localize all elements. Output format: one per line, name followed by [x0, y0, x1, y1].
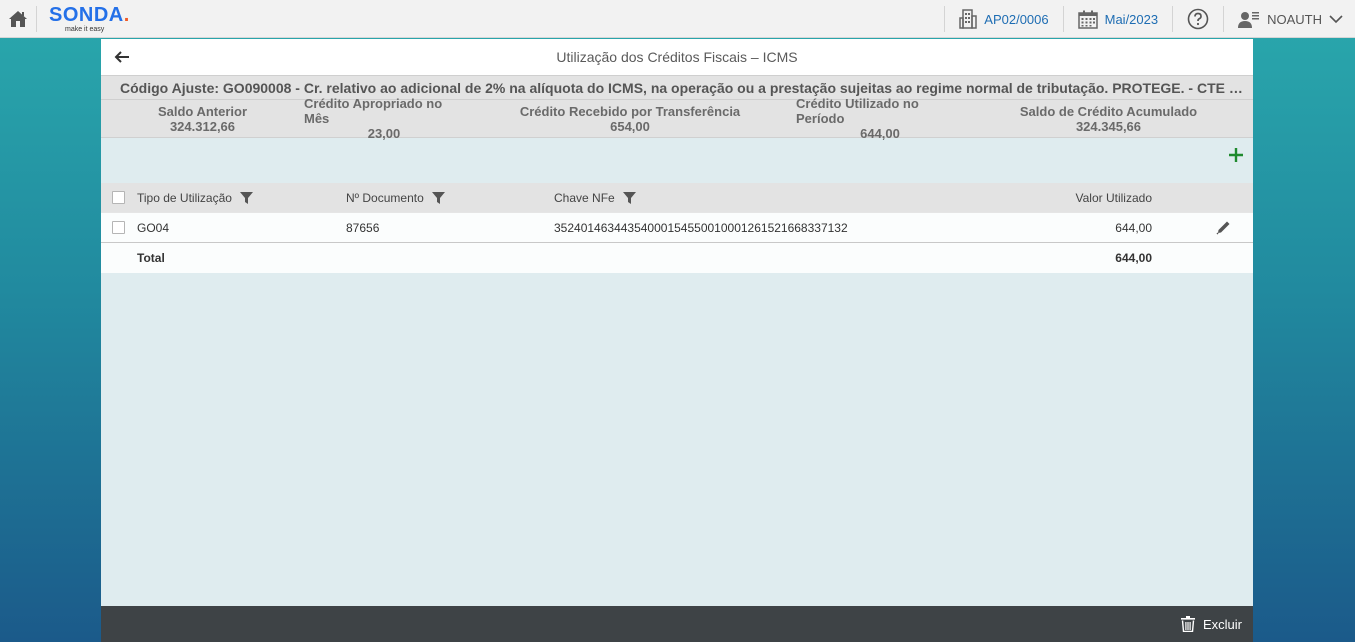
grid-toolbar — [101, 138, 1253, 183]
grid-header: Tipo de Utilização Nº Documento Chave NF… — [101, 183, 1253, 212]
arrow-left-icon — [114, 51, 129, 63]
summary-label: Crédito Utilizado no Período — [796, 96, 919, 126]
edit-button[interactable] — [1216, 213, 1231, 242]
summary-credito-utilizado: Crédito Utilizado no Período 644,00 — [796, 96, 964, 141]
filter-icon — [239, 191, 253, 204]
summary-value: 654,00 — [610, 118, 650, 134]
summary-label: Crédito Recebido por Transferência — [519, 103, 741, 119]
total-value: 644,00 — [1115, 251, 1152, 265]
column-tipo: Tipo de Utilização — [137, 183, 253, 212]
trash-icon — [1180, 616, 1195, 632]
table-row[interactable]: GO04 87656 35240146344354000154550010001… — [101, 212, 1253, 243]
user-name: NOAUTH — [1267, 11, 1322, 27]
plus-icon — [1229, 148, 1243, 162]
footer-bar: Excluir — [101, 606, 1253, 642]
cell-valor: 644,00 — [1115, 220, 1152, 235]
codigo-ajuste-text: Código Ajuste: GO090008 - Cr. relativo a… — [120, 79, 1245, 96]
summary-label: Saldo de Crédito Acumulado — [1019, 103, 1198, 119]
add-button[interactable] — [1227, 144, 1245, 166]
column-header-valor: Valor Utilizado — [1075, 190, 1152, 205]
filter-icon — [622, 191, 636, 204]
title-bar: Utilização dos Créditos Fiscais – ICMS — [101, 39, 1253, 75]
help-icon — [1187, 8, 1209, 30]
logo-tagline: make it easy — [65, 25, 105, 33]
top-bar: SONDA. make it easy AP02/0006 Mai/2023 N… — [0, 0, 1355, 38]
page-title: Utilização dos Créditos Fiscais – ICMS — [556, 49, 798, 65]
sonda-logo: SONDA. make it easy — [49, 3, 130, 33]
main-panel: Utilização dos Créditos Fiscais – ICMS C… — [101, 39, 1253, 642]
building-icon — [959, 9, 978, 29]
chevron-down-icon — [1329, 15, 1343, 24]
excluir-label: Excluir — [1202, 616, 1242, 632]
cell-chave: 3524014634435400015455001000126152166833… — [554, 220, 848, 235]
column-chave: Chave NFe — [554, 183, 636, 212]
help-button[interactable] — [1173, 0, 1223, 38]
summary-saldo-acumulado: Saldo de Crédito Acumulado 324.345,66 — [964, 100, 1253, 137]
summary-credito-recebido: Crédito Recebido por Transferência 654,0… — [464, 100, 796, 137]
pencil-icon — [1216, 221, 1230, 235]
summary-saldo-anterior: Saldo Anterior 324.312,66 — [101, 100, 304, 137]
home-icon — [9, 10, 27, 27]
user-icon — [1238, 12, 1260, 28]
filter-chave-button[interactable] — [622, 191, 636, 204]
summary-credito-apropriado: Crédito Apropriado no Mês 23,00 — [304, 96, 464, 141]
calendar-icon — [1077, 10, 1098, 29]
user-menu[interactable]: NOAUTH — [1224, 0, 1355, 38]
summary-label: Crédito Apropriado no Mês — [304, 96, 443, 126]
column-valor: Valor Utilizado — [1076, 183, 1152, 212]
summary-bar: Saldo Anterior 324.312,66 Crédito Apropr… — [101, 96, 1253, 141]
period-value: Mai/2023 — [1104, 11, 1159, 27]
back-button[interactable] — [111, 47, 133, 67]
divider — [36, 5, 37, 32]
cell-tipo: GO04 — [137, 220, 170, 235]
column-header-tipo: Tipo de Utilização — [137, 190, 232, 205]
filter-icon — [431, 191, 445, 204]
column-documento: Nº Documento — [346, 183, 445, 212]
company-code: AP02/0006 — [984, 11, 1049, 27]
codigo-ajuste-bar: Código Ajuste: GO090008 - Cr. relativo a… — [101, 75, 1253, 100]
summary-label: Saldo Anterior — [157, 103, 248, 119]
table-total-row: Total 644,00 — [101, 243, 1253, 273]
home-button[interactable] — [0, 0, 36, 38]
excluir-button[interactable]: Excluir — [1180, 616, 1242, 632]
company-selector[interactable]: AP02/0006 — [945, 0, 1062, 38]
period-selector[interactable]: Mai/2023 — [1064, 0, 1172, 38]
column-header-chave: Chave NFe — [554, 190, 615, 205]
cell-documento: 87656 — [346, 220, 380, 235]
total-label: Total — [137, 251, 165, 265]
select-all-checkbox[interactable] — [112, 191, 125, 204]
summary-value: 324.312,66 — [169, 118, 236, 134]
summary-value: 324.345,66 — [1075, 118, 1142, 134]
row-checkbox[interactable] — [112, 221, 125, 234]
filter-tipo-button[interactable] — [239, 191, 253, 204]
column-header-documento: Nº Documento — [346, 190, 424, 205]
filter-documento-button[interactable] — [431, 191, 445, 204]
